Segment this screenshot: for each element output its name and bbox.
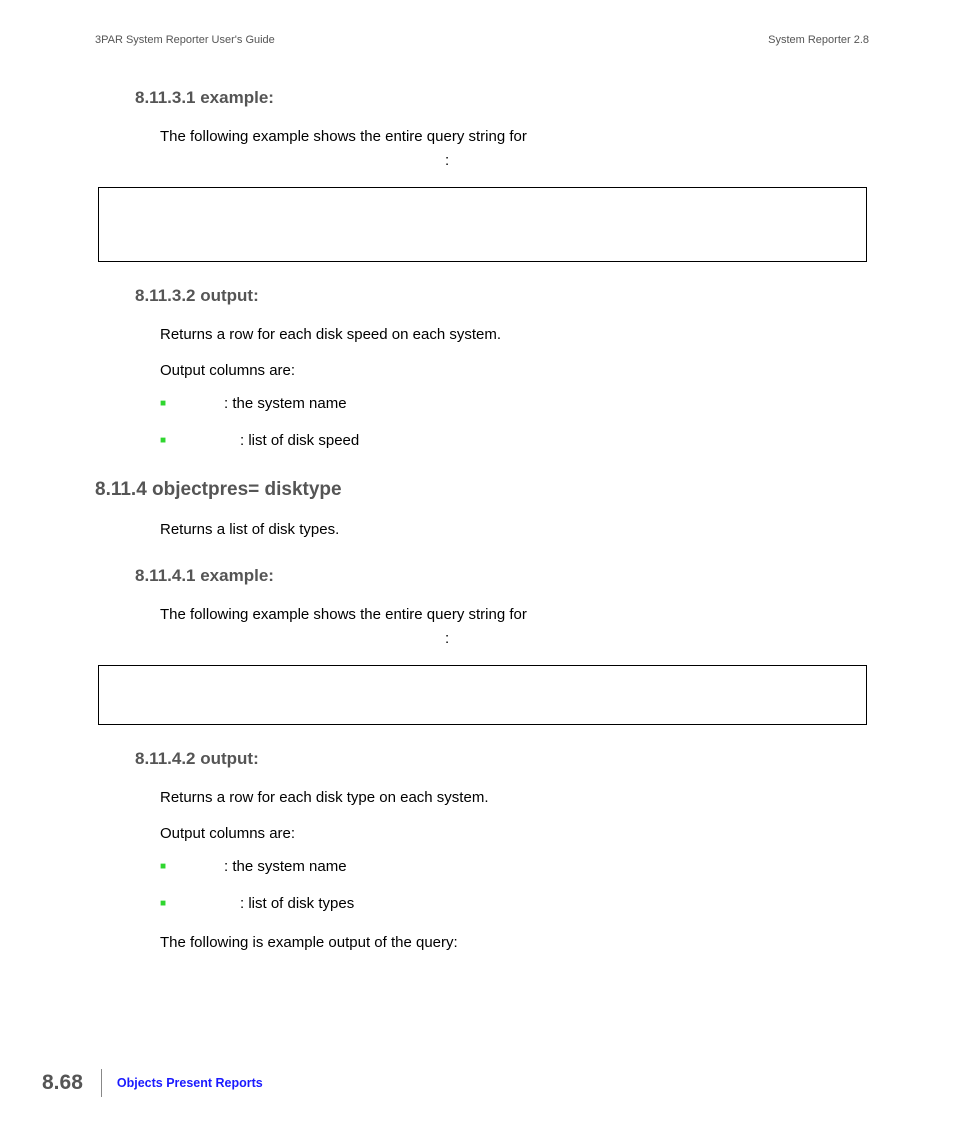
paragraph: Output columns are: bbox=[160, 823, 869, 845]
colon-line: : bbox=[445, 152, 869, 169]
paragraph: Output columns are: bbox=[160, 360, 869, 382]
code-box bbox=[98, 665, 867, 725]
paragraph: Returns a row for each disk speed on eac… bbox=[160, 324, 869, 346]
paragraph: The following example shows the entire q… bbox=[160, 604, 869, 626]
list-item-text: : list of disk speed bbox=[240, 432, 359, 449]
paragraph: Returns a row for each disk type on each… bbox=[160, 787, 869, 809]
list-item-text: : the system name bbox=[224, 395, 347, 412]
page-number: 8.68 bbox=[42, 1071, 83, 1095]
paragraph: Returns a list of disk types. bbox=[160, 519, 869, 541]
bullet-list: : the system name : list of disk speed bbox=[160, 395, 869, 449]
heading-8-11-4-2: 8.11.4.2 output: bbox=[135, 749, 869, 769]
list-item-text: : list of disk types bbox=[240, 895, 354, 912]
heading-8-11-3-2: 8.11.3.2 output: bbox=[135, 286, 869, 306]
header-right: System Reporter 2.8 bbox=[768, 34, 869, 46]
footer-divider bbox=[101, 1069, 102, 1097]
list-item: : list of disk types bbox=[160, 895, 869, 912]
list-item: : the system name bbox=[160, 858, 869, 875]
footer-section-link[interactable]: Objects Present Reports bbox=[117, 1076, 263, 1090]
heading-8-11-3-1: 8.11.3.1 example: bbox=[135, 88, 869, 108]
page-footer: 8.68 Objects Present Reports bbox=[42, 1069, 263, 1097]
heading-8-11-4-1: 8.11.4.1 example: bbox=[135, 566, 869, 586]
header-left: 3PAR System Reporter User's Guide bbox=[95, 34, 275, 46]
list-item-text: : the system name bbox=[224, 858, 347, 875]
page-header: 3PAR System Reporter User's Guide System… bbox=[95, 34, 869, 46]
bullet-list: : the system name : list of disk types bbox=[160, 858, 869, 912]
code-box bbox=[98, 187, 867, 262]
list-item: : the system name bbox=[160, 395, 869, 412]
colon-line: : bbox=[445, 630, 869, 647]
heading-8-11-4: 8.11.4 objectpres= disktype bbox=[95, 479, 869, 501]
paragraph: The following example shows the entire q… bbox=[160, 126, 869, 148]
page-content: 8.11.3.1 example: The following example … bbox=[95, 88, 869, 968]
paragraph: The following is example output of the q… bbox=[160, 932, 869, 954]
list-item: : list of disk speed bbox=[160, 432, 869, 449]
